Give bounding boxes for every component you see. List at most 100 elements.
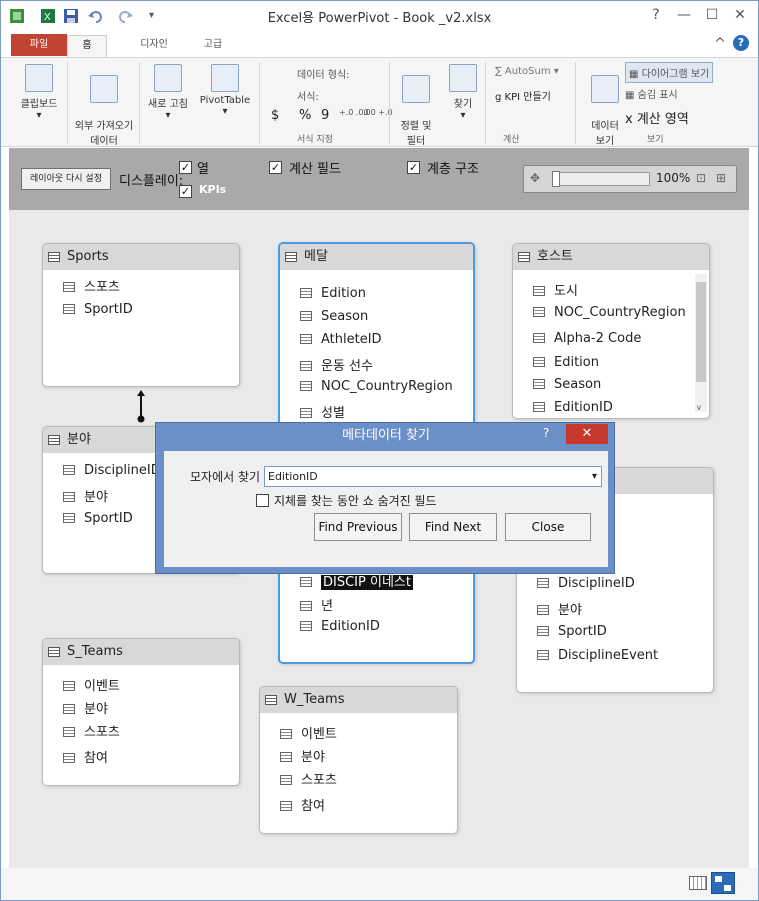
refresh-button[interactable]: 새로 고침 ▾ bbox=[143, 64, 193, 121]
show-hidden-label: 숨김 표시 bbox=[637, 90, 678, 101]
column-item[interactable]: Edition bbox=[300, 286, 366, 301]
column-item[interactable]: 스포츠 bbox=[63, 276, 120, 295]
column-item[interactable]: 분야 bbox=[63, 698, 108, 717]
column-label: Season bbox=[554, 377, 602, 392]
diagram-view-button[interactable]: ▦ 다이어그램 보기 bbox=[625, 62, 714, 83]
format-group-label: 서식 지정 bbox=[297, 135, 333, 145]
column-item[interactable]: 이벤트 bbox=[280, 723, 337, 742]
column-item[interactable]: Season bbox=[300, 309, 368, 324]
pivottable-button[interactable]: PivotTable ▾ bbox=[197, 64, 253, 117]
table-header[interactable]: S_Teams bbox=[43, 639, 239, 665]
data-type-label[interactable]: 데이터 형식: bbox=[297, 66, 350, 81]
columns-checkbox[interactable]: ✓ bbox=[179, 161, 192, 174]
column-item[interactable]: Season bbox=[533, 377, 601, 392]
dialog-help-icon[interactable]: ? bbox=[543, 426, 549, 440]
zoom-slider-thumb[interactable] bbox=[552, 171, 560, 187]
table-header[interactable]: W_Teams bbox=[260, 687, 457, 713]
zoom-to-selection-icon[interactable]: ⊞ bbox=[716, 171, 726, 185]
help-icon[interactable]: ? bbox=[733, 35, 749, 51]
column-item[interactable]: DisciplineID bbox=[537, 576, 635, 591]
reset-layout-button[interactable]: 레이아웃 다시 설정 bbox=[21, 168, 111, 190]
column-item[interactable]: 분야 bbox=[280, 746, 325, 765]
column-item[interactable]: NOC_CountryRegion bbox=[300, 379, 453, 394]
minimize-button[interactable]: — bbox=[673, 5, 695, 25]
table-header[interactable]: 메달 bbox=[280, 244, 473, 270]
fit-to-screen-icon[interactable]: ⊡ bbox=[696, 171, 706, 185]
calc-area-button[interactable]: x 계산 영역 bbox=[625, 108, 689, 127]
column-icon bbox=[280, 752, 292, 762]
column-item[interactable]: 참여 bbox=[63, 747, 108, 766]
create-kpi-button[interactable]: g KPI 만들기 bbox=[495, 88, 551, 103]
relationship-line[interactable] bbox=[133, 388, 149, 424]
ribbon: 클립보드 ▾ 외부 가져오기 데이터 새로 고침 ▾ PivotTable ▾ 데이터… bbox=[1, 57, 758, 147]
scroll-down-icon[interactable]: ∨ bbox=[696, 403, 702, 412]
find-previous-button[interactable]: Find Previous bbox=[314, 513, 402, 541]
table-w-teams[interactable]: W_Teams 이벤트 분야 스포츠 참여 bbox=[259, 686, 458, 834]
column-item[interactable]: SportID bbox=[63, 511, 133, 526]
column-item[interactable]: 분야 bbox=[63, 486, 108, 505]
comma-button[interactable]: 9 bbox=[321, 108, 329, 123]
column-item[interactable]: 운동 선수 bbox=[300, 355, 373, 374]
column-item[interactable]: 참여 bbox=[280, 795, 325, 814]
column-item[interactable]: 도시 bbox=[533, 280, 578, 299]
pan-icon[interactable]: ✥ bbox=[530, 171, 540, 185]
calc-fields-checkbox[interactable]: ✓ bbox=[269, 161, 282, 174]
kpis-checkbox[interactable]: ✓ bbox=[179, 185, 192, 198]
currency-button[interactable]: $ bbox=[271, 108, 279, 123]
tab-file[interactable]: 파일 bbox=[11, 34, 67, 56]
tab-advanced[interactable]: 고급 bbox=[193, 35, 233, 57]
dialog-close-icon[interactable]: ✕ bbox=[566, 424, 608, 444]
column-item[interactable]: 스포츠 bbox=[280, 769, 337, 788]
hierarchies-checkbox[interactable]: ✓ bbox=[407, 161, 420, 174]
column-item[interactable]: NOC_CountryRegion bbox=[533, 305, 686, 320]
diagram-view-icon[interactable] bbox=[711, 872, 735, 894]
column-item[interactable]: DisciplineEvent bbox=[537, 648, 658, 663]
data-view-button[interactable]: 데이터 보기 bbox=[587, 64, 623, 147]
column-item[interactable]: 분야 bbox=[537, 599, 582, 618]
table-header[interactable]: Sports bbox=[43, 244, 239, 270]
get-external-data-button[interactable]: 외부 가져오기 데이터 bbox=[71, 64, 137, 147]
column-icon bbox=[533, 333, 545, 343]
find-button[interactable]: 찾기 ▾ bbox=[445, 64, 481, 121]
column-label: NOC_CountryRegion bbox=[554, 305, 686, 320]
show-hidden-fields-checkbox[interactable] bbox=[256, 494, 269, 507]
find-what-combobox[interactable]: EditionID ▾ bbox=[264, 466, 602, 487]
find-next-button[interactable]: Find Next bbox=[409, 513, 497, 541]
percent-button[interactable]: % bbox=[299, 108, 311, 123]
autosum-button[interactable]: ∑ AutoSum ▾ bbox=[495, 66, 559, 77]
tab-design[interactable]: 디자인 bbox=[129, 35, 179, 57]
table-header[interactable]: 호스트 bbox=[513, 244, 709, 270]
tab-home[interactable]: 홈 bbox=[67, 35, 107, 57]
close-button[interactable]: Close bbox=[505, 513, 591, 541]
chevron-down-icon[interactable]: ▾ bbox=[592, 467, 597, 486]
table-scrollbar[interactable]: ∨ bbox=[695, 274, 707, 412]
table-s-teams[interactable]: S_Teams 이벤트 분야 스포츠 참여 bbox=[42, 638, 240, 786]
column-item[interactable]: 성별 bbox=[300, 402, 345, 421]
column-item[interactable]: SportID bbox=[63, 302, 133, 317]
column-item[interactable]: AthleteID bbox=[300, 332, 382, 347]
grid-view-icon[interactable] bbox=[689, 876, 707, 890]
column-item[interactable]: DisciplineID bbox=[63, 463, 161, 478]
column-item[interactable]: EditionID bbox=[300, 619, 380, 634]
table-sports[interactable]: Sports 스포츠 SportID bbox=[42, 243, 240, 387]
column-item[interactable]: EditionID bbox=[533, 400, 613, 415]
show-hidden-button[interactable]: ▦ 숨김 표시 bbox=[625, 86, 678, 101]
column-item[interactable]: SportID bbox=[537, 624, 607, 639]
scroll-thumb[interactable] bbox=[696, 282, 706, 382]
clipboard-button[interactable]: 클립보드 ▾ bbox=[15, 64, 63, 121]
zoom-slider[interactable] bbox=[552, 171, 650, 187]
column-item[interactable]: 스포츠 bbox=[63, 721, 120, 740]
column-label: 도시 bbox=[554, 284, 578, 299]
column-item[interactable]: Edition bbox=[533, 355, 599, 370]
column-item[interactable]: 이벤트 bbox=[63, 675, 120, 694]
help-title-icon[interactable]: ? bbox=[645, 5, 667, 25]
format-label[interactable]: 서식: bbox=[297, 88, 319, 103]
column-item[interactable]: 년 bbox=[300, 595, 333, 614]
column-item[interactable]: Alpha-2 Code bbox=[533, 331, 641, 346]
sort-filter-button[interactable]: 정렬 및 필터 bbox=[393, 64, 439, 147]
collapse-ribbon-icon[interactable]: ^ bbox=[709, 34, 731, 54]
table-hosts[interactable]: 호스트 도시 NOC_CountryRegion Alpha-2 Code Ed… bbox=[512, 243, 710, 419]
maximize-button[interactable]: ☐ bbox=[701, 5, 723, 25]
close-window-button[interactable]: ✕ bbox=[729, 5, 751, 25]
column-label: Edition bbox=[554, 355, 599, 370]
